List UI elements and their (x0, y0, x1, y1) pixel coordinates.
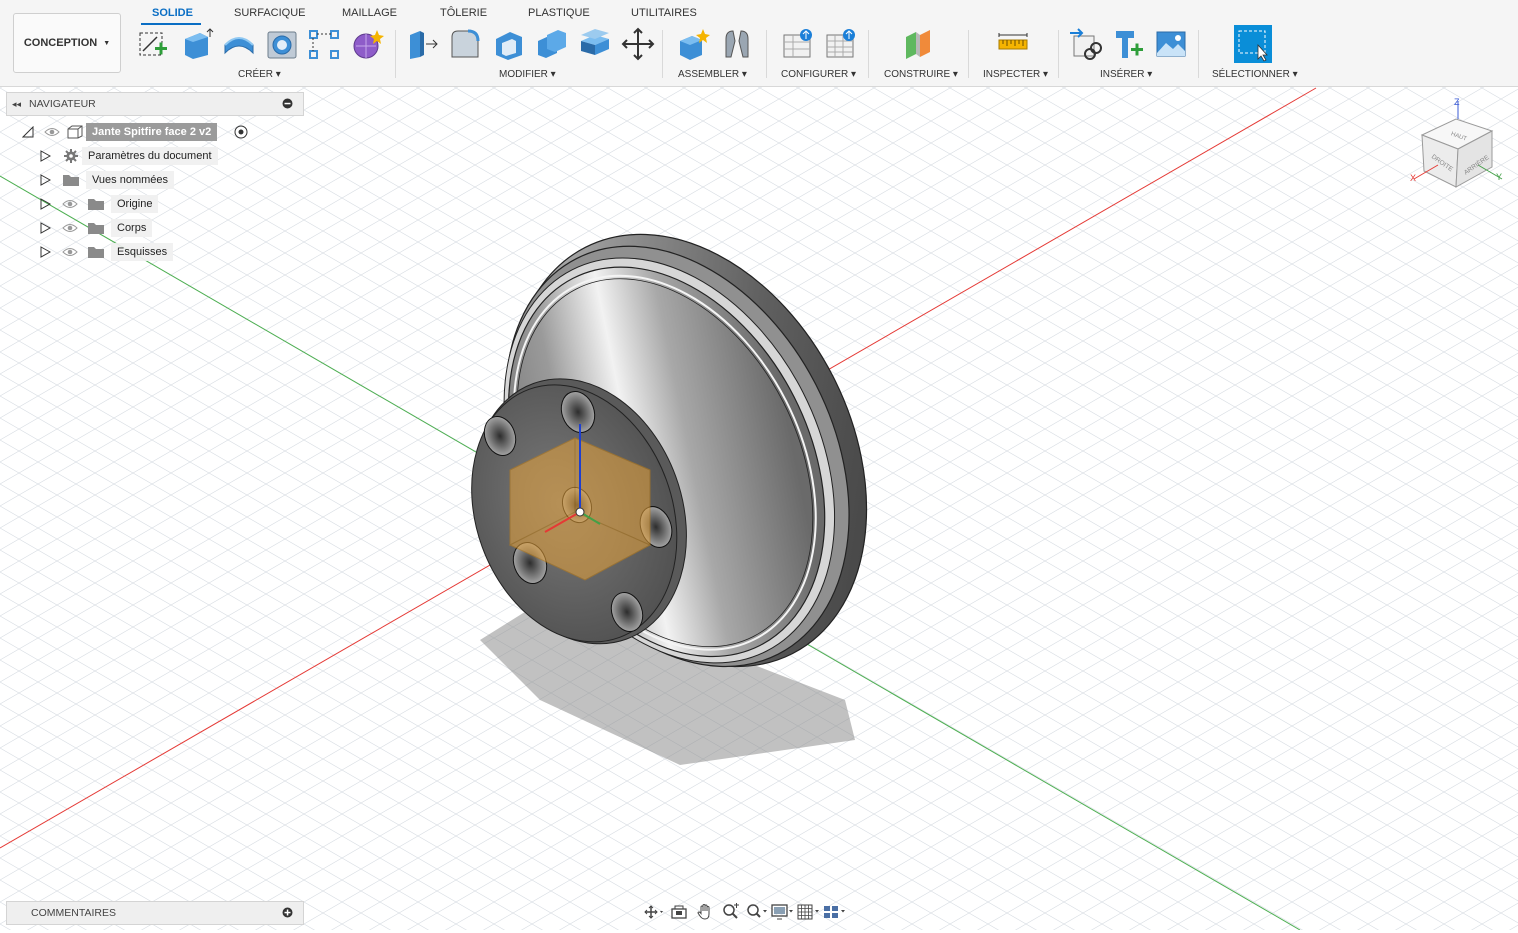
configure-menu[interactable]: CONFIGURER ▾ (781, 69, 856, 80)
toolbar-divider (968, 30, 969, 78)
document-icon (67, 125, 83, 139)
tree-item-sketches[interactable]: Esquisses (111, 243, 174, 261)
eye-icon[interactable] (62, 222, 78, 234)
press-pull-icon[interactable] (406, 27, 440, 61)
chevron-down-icon: ▼ (103, 39, 111, 47)
workspace-label: CONCEPTION (23, 37, 98, 49)
tab-mesh[interactable]: MAILLAGE (342, 7, 397, 19)
grid-settings-icon[interactable] (796, 901, 822, 923)
tab-surface[interactable]: SURFACIQUE (234, 7, 306, 19)
viewports-icon[interactable] (822, 901, 848, 923)
tab-plastic[interactable]: PLASTIQUE (528, 7, 590, 19)
create-form-icon[interactable] (350, 27, 384, 61)
collapse-arrows-icon[interactable]: ◂◂ (12, 99, 21, 110)
insert-mcmaster-icon[interactable] (1112, 27, 1146, 61)
eye-icon[interactable] (62, 246, 78, 258)
modify-menu[interactable]: MODIFIER ▾ (499, 69, 556, 80)
viewcube-y-label: Y (1496, 172, 1502, 182)
tab-solid[interactable]: SOLIDE (152, 7, 193, 19)
zoom-window-icon[interactable] (744, 901, 770, 923)
display-settings-icon[interactable] (770, 901, 796, 923)
toolbar-divider (1058, 30, 1059, 78)
select-menu[interactable]: SÉLECTIONNER ▾ (1212, 69, 1298, 80)
folder-icon (63, 175, 79, 186)
collapse-triangle-icon[interactable] (22, 126, 34, 138)
add-comment-icon[interactable] (282, 907, 293, 918)
measure-icon[interactable] (996, 27, 1030, 61)
tree-root-item[interactable]: Jante Spitfire face 2 v2 (86, 123, 218, 141)
navigator-title: NAVIGATEUR (29, 98, 96, 110)
navigation-toolbar (640, 900, 848, 924)
revolve-icon[interactable] (222, 27, 256, 61)
extrude-icon[interactable] (180, 27, 214, 61)
toolbar-divider (1198, 30, 1199, 78)
tab-sheet-metal[interactable]: TÔLERIE (440, 7, 487, 19)
viewcube-z-label: Z (1454, 97, 1460, 107)
folder-icon (88, 223, 104, 234)
toolbar-divider (662, 30, 663, 78)
canvas-icon[interactable] (1154, 27, 1188, 61)
workspace-dropdown[interactable]: CONCEPTION ▼ (13, 13, 121, 73)
navigator-panel-header[interactable]: ◂◂ NAVIGATEUR (6, 92, 304, 116)
zoom-icon[interactable] (718, 901, 744, 923)
expand-triangle-icon[interactable] (39, 150, 51, 162)
tab-utilities[interactable]: UTILITAIRES (631, 7, 697, 19)
parameters-icon[interactable] (781, 27, 815, 61)
folder-icon (88, 247, 104, 258)
new-component-icon[interactable] (677, 27, 711, 61)
hole-icon[interactable] (265, 27, 299, 61)
construct-menu[interactable]: CONSTRUIRE ▾ (884, 69, 958, 80)
inspect-menu[interactable]: INSPECTER ▾ (983, 69, 1048, 80)
tree-item-named-views[interactable]: Vues nommées (86, 171, 175, 189)
eye-icon[interactable] (44, 126, 60, 138)
toolbar: CONCEPTION ▼ SOLIDE SURFACIQUE MAILLAGE … (0, 0, 1518, 87)
tree-item-document-settings[interactable]: Paramètres du document (82, 147, 218, 165)
tree-item-origin[interactable]: Origine (111, 195, 159, 213)
minimize-icon[interactable] (282, 98, 293, 109)
combine-icon[interactable] (535, 27, 569, 61)
toolbar-divider (868, 30, 869, 78)
pan-hand-icon[interactable] (692, 901, 718, 923)
tree-item-bodies[interactable]: Corps (111, 219, 153, 237)
select-icon[interactable] (1234, 25, 1272, 63)
assemble-menu[interactable]: ASSEMBLER ▾ (678, 69, 747, 80)
offset-face-icon[interactable] (578, 27, 612, 61)
eye-icon[interactable] (62, 198, 78, 210)
fillet-icon[interactable] (448, 27, 482, 61)
comments-title: COMMENTAIRES (31, 907, 116, 919)
expand-triangle-icon[interactable] (39, 246, 51, 258)
shell-icon[interactable] (492, 27, 526, 61)
activate-radio-icon[interactable] (234, 125, 248, 139)
toolbar-divider (766, 30, 767, 78)
origin-point[interactable] (575, 507, 585, 517)
joint-icon[interactable] (720, 27, 754, 61)
expand-triangle-icon[interactable] (39, 222, 51, 234)
model-scene[interactable] (0, 86, 1518, 931)
pattern-icon[interactable] (307, 27, 341, 61)
canvas-viewport[interactable] (0, 86, 1518, 931)
plane-icon[interactable] (902, 27, 936, 61)
orbit-icon[interactable] (640, 901, 666, 923)
expand-triangle-icon[interactable] (39, 174, 51, 186)
look-at-icon[interactable] (666, 901, 692, 923)
expand-triangle-icon[interactable] (39, 198, 51, 210)
move-icon[interactable] (621, 27, 655, 61)
table-icon[interactable] (824, 27, 858, 61)
comments-panel-header[interactable]: COMMENTAIRES (6, 901, 304, 925)
create-sketch-icon[interactable] (137, 27, 171, 61)
viewcube[interactable]: HAUT DROITE ARRIÈRE X Y Z (1408, 95, 1508, 195)
toolbar-divider (395, 30, 396, 78)
insert-menu[interactable]: INSÉRER ▾ (1100, 69, 1152, 80)
create-menu[interactable]: CRÉER ▾ (238, 69, 281, 80)
insert-derive-icon[interactable] (1068, 27, 1102, 61)
folder-icon (88, 199, 104, 210)
active-tab-indicator (141, 23, 201, 25)
gear-icon (64, 149, 78, 163)
viewcube-x-label: X (1410, 173, 1416, 183)
